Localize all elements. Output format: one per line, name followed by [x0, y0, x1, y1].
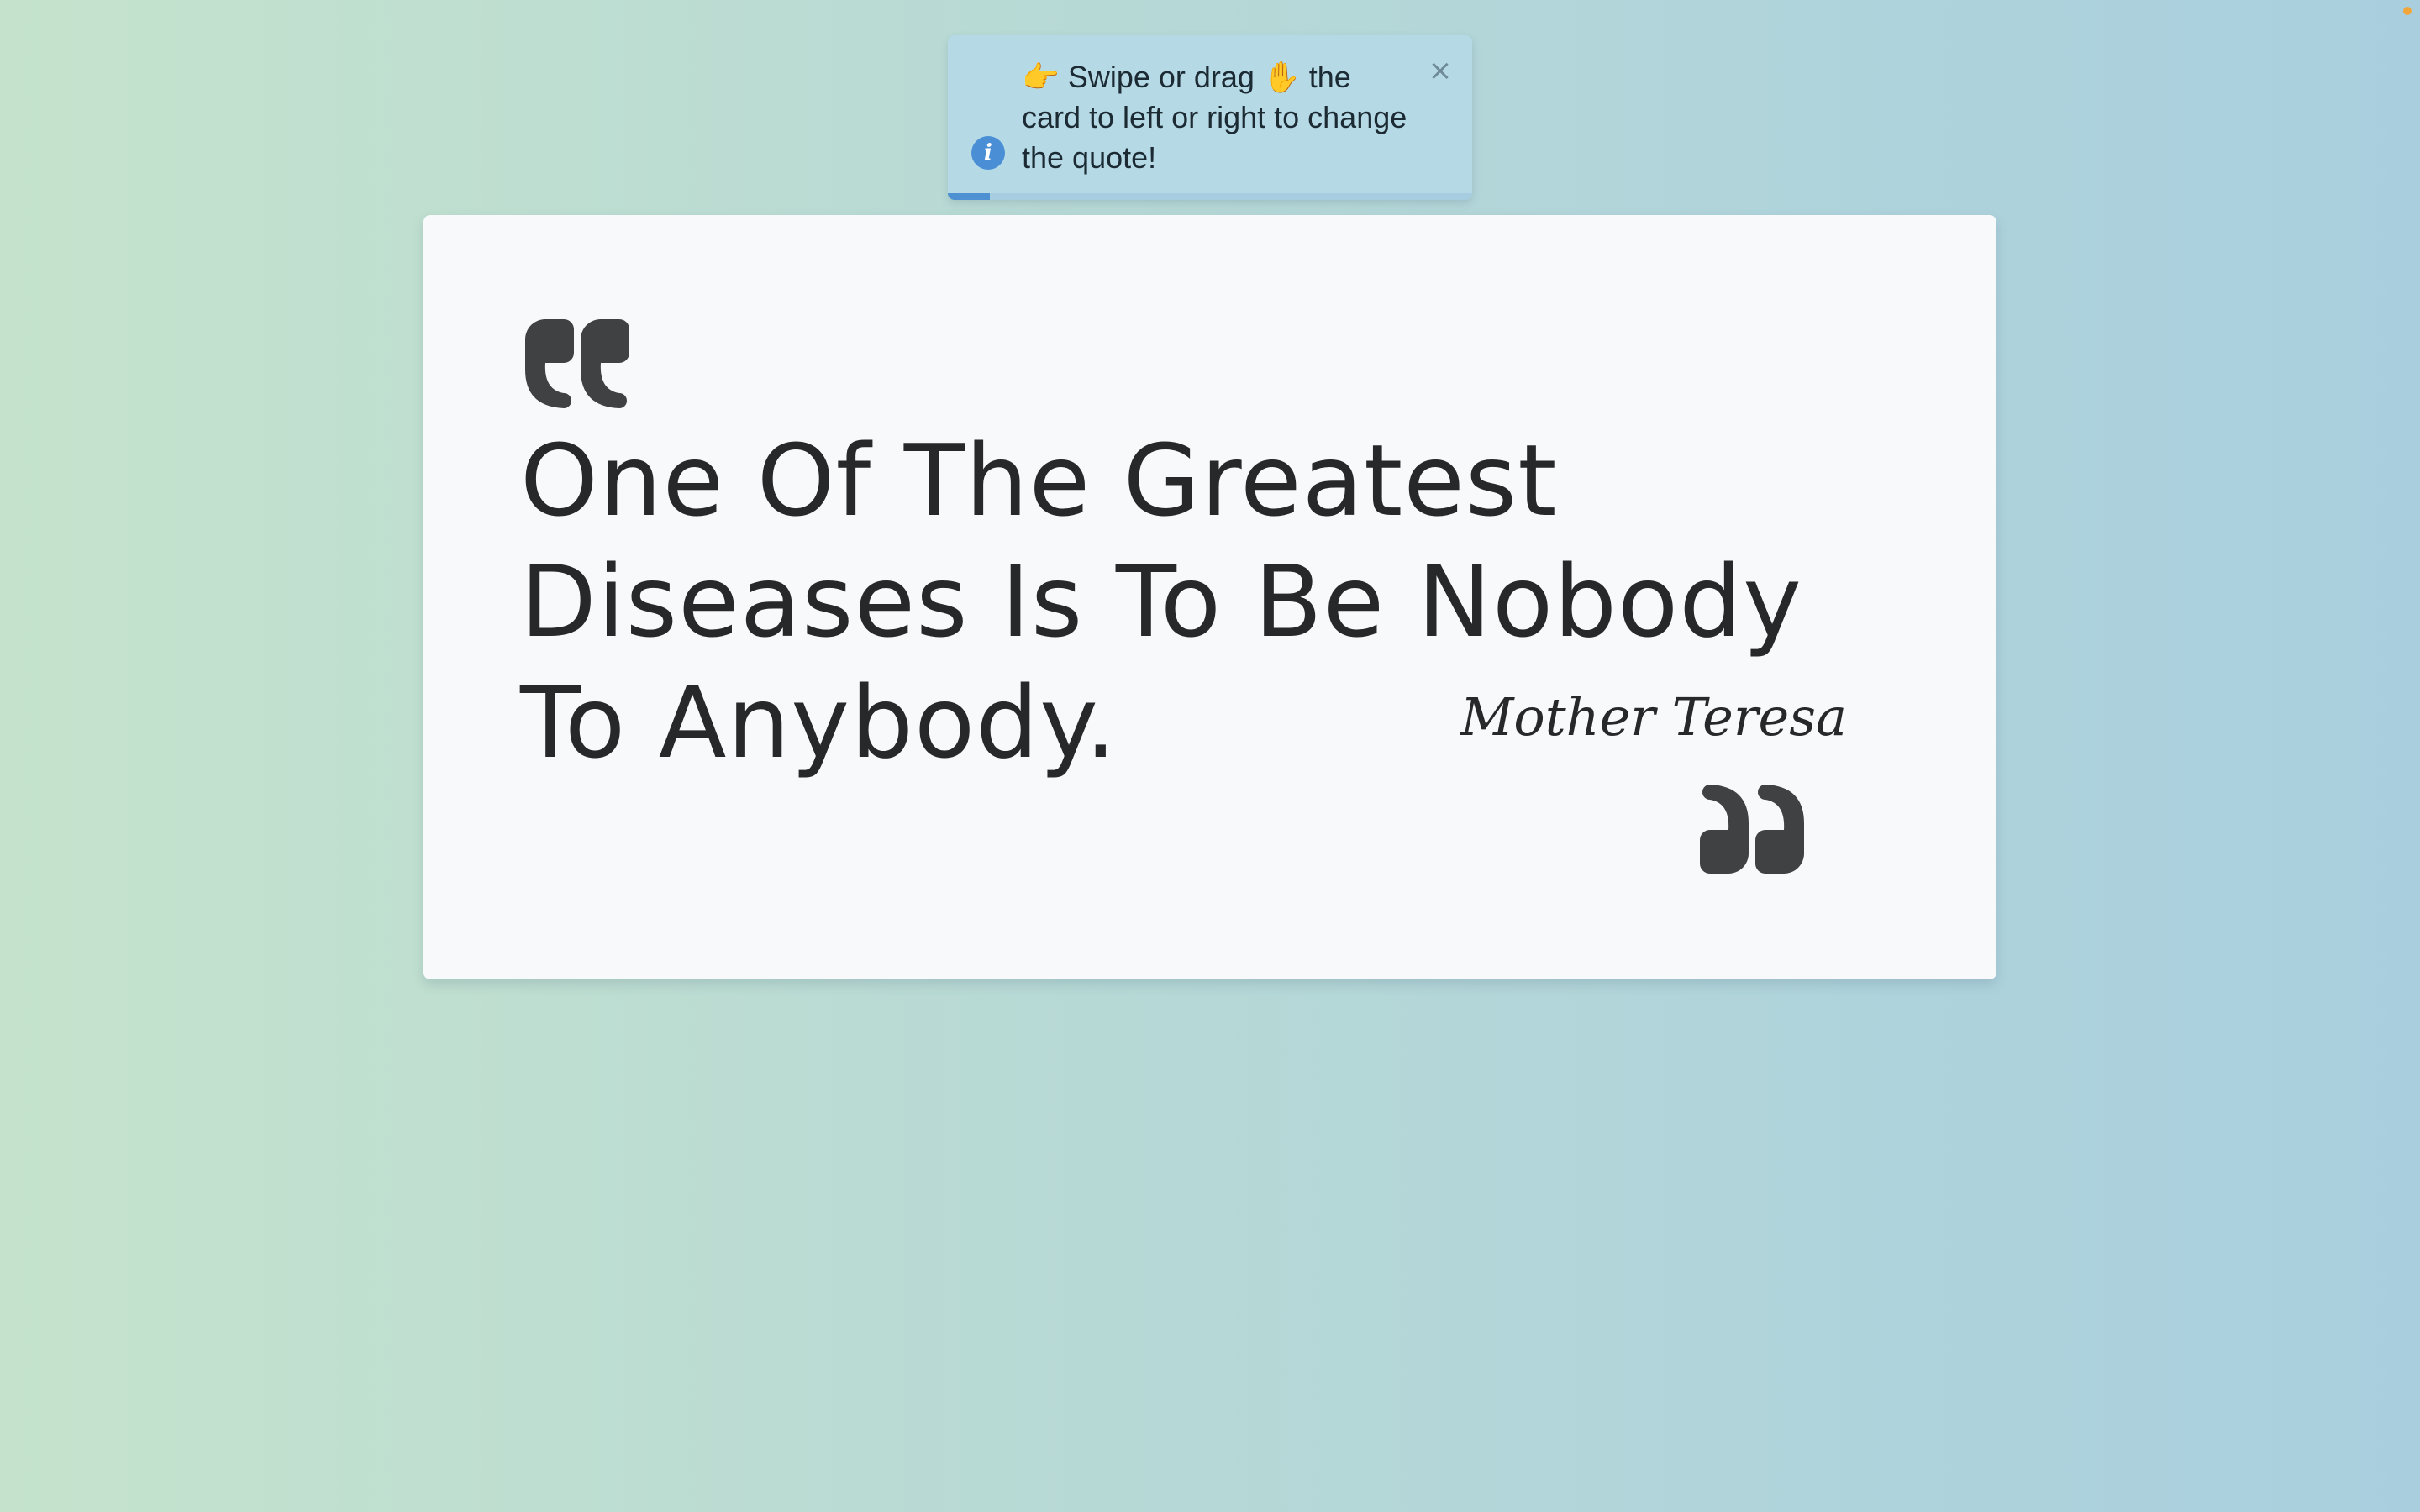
closing-quote-icon — [1700, 785, 1804, 874]
toast-progress-bar — [948, 193, 1472, 200]
swipe-hint-toast: i 👉 Swipe or drag ✋ the card to left or … — [948, 35, 1472, 200]
close-toast-button[interactable]: × — [1423, 54, 1457, 87]
quote-author: Mother Teresa — [1460, 686, 1847, 748]
status-indicator-dot — [2403, 7, 2412, 15]
toast-message: 👉 Swipe or drag ✋ the card to left or ri… — [1022, 60, 1407, 175]
info-icon: i — [971, 136, 1005, 170]
quote-card[interactable]: One Of The Greatest Diseases Is To Be No… — [424, 215, 1996, 979]
toast-progress-fill — [948, 193, 990, 200]
opening-quote-icon — [525, 319, 629, 408]
